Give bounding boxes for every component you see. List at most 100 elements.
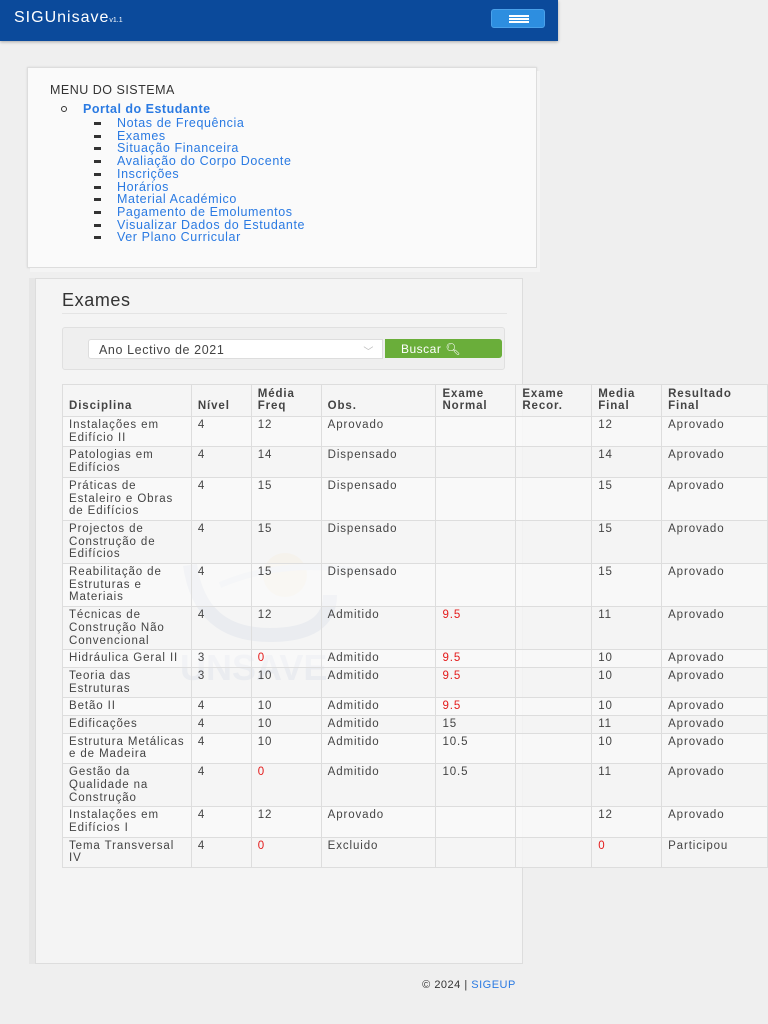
ano-lectivo-select[interactable]: Ano Lectivo de 2021 ﹀: [88, 339, 383, 359]
table-cell: 15: [250, 563, 322, 608]
bullet-square-icon: [94, 198, 101, 202]
column-header[interactable]: Nível: [190, 384, 252, 417]
table-cell: Admitido: [320, 732, 437, 765]
column-header[interactable]: Media Final: [591, 384, 663, 417]
table-cell: 0: [591, 836, 663, 869]
buscar-button[interactable]: Buscar 🔍︎: [385, 339, 502, 358]
column-header[interactable]: Resultado Final: [661, 384, 768, 417]
table-cell: [435, 446, 517, 478]
table-cell: 11: [591, 715, 663, 734]
table-cell: 15: [591, 563, 663, 608]
table-cell: 10.5: [435, 732, 517, 765]
table-cell: Aprovado: [661, 697, 768, 717]
table-cell: [435, 806, 517, 838]
table-cell: Excluido: [320, 836, 437, 869]
table-row: Teoria das Estruturas 3 10 Admitido 9.5 10 Apr…: [62, 666, 768, 699]
table-cell: Admitido: [320, 649, 437, 668]
table-row: Patologias em Edifícios 4 14 Dispensado 14 Ap…: [62, 446, 768, 478]
table-row: Edificações 4 10 Admitido 15 11 Aprovado: [62, 715, 768, 734]
table-cell: Participou: [661, 836, 768, 869]
table-cell: Aprovado: [661, 763, 768, 808]
table-cell: Gestão da Qualidade na Construção: [62, 763, 192, 808]
system-menu: MENU DO SISTEMA Portal do Estudante Nota…: [27, 67, 537, 268]
table-cell: Estrutura Metálicas e de Madeira: [62, 732, 192, 765]
table-cell: 0: [250, 649, 322, 668]
table-cell: 11: [591, 606, 663, 651]
table-cell: 4: [190, 415, 252, 448]
table-cell: 12: [250, 606, 322, 651]
table-cell: Hidráulica Geral II: [62, 649, 192, 668]
bullet-square-icon: [94, 172, 101, 176]
table-cell: 4: [190, 806, 252, 838]
table-cell: 15: [591, 476, 663, 521]
bullet-circle-icon: [61, 106, 67, 112]
brand-logo[interactable]: SIGUnisavev1.1: [14, 9, 123, 27]
table-cell: 4: [190, 563, 252, 608]
version-label: v1.1: [109, 17, 123, 24]
select-value: Ano Lectivo de 2021: [99, 343, 225, 357]
table-cell: 4: [190, 606, 252, 651]
menu-item[interactable]: Ver Plano Curricular: [117, 230, 241, 244]
copyright: © 2024 |: [422, 979, 472, 991]
table-cell: [515, 715, 593, 734]
table-cell: 0: [250, 836, 322, 869]
table-cell: Tema Transversal IV: [62, 836, 192, 869]
table-cell: 4: [190, 836, 252, 869]
table-cell: 14: [250, 446, 322, 478]
table-cell: [435, 476, 517, 521]
table-cell: 12: [250, 806, 322, 838]
table-cell: [515, 446, 593, 478]
table-cell: [515, 649, 593, 668]
table-cell: Edificações: [62, 715, 192, 734]
table-header-row: Disciplina Nível Média Freq Obs. Exame Norma…: [62, 384, 768, 417]
menu-portal-estudante[interactable]: Portal do Estudante: [83, 102, 211, 116]
table-cell: Admitido: [320, 606, 437, 651]
table-cell: Aprovado: [661, 715, 768, 734]
table-row: Gestão da Qualidade na Construção 4 0 Admit…: [62, 763, 768, 808]
column-header[interactable]: Média Freq: [250, 384, 322, 417]
table-cell: [515, 806, 593, 838]
table-cell: 10: [591, 666, 663, 699]
table-cell: Aprovado: [661, 476, 768, 521]
table-cell: [435, 415, 517, 448]
table-cell: Aprovado: [661, 446, 768, 478]
table-row: Estrutura Metálicas e de Madeira 4 10 Admit…: [62, 732, 768, 765]
search-icon: 🔍︎: [445, 342, 461, 356]
table-cell: 4: [190, 763, 252, 808]
column-header[interactable]: Exame Normal: [435, 384, 517, 417]
footer-link-sigeup[interactable]: SIGEUP: [471, 979, 516, 991]
table-cell: 12: [591, 415, 663, 448]
brand-name: SIGUnisave: [14, 9, 110, 26]
column-header[interactable]: Obs.: [320, 384, 437, 417]
table-cell: [435, 519, 517, 565]
table-cell: 10: [591, 649, 663, 668]
table-cell: Dispensado: [320, 519, 437, 565]
table-cell: Aprovado: [661, 563, 768, 608]
table-cell: Aprovado: [320, 415, 437, 448]
table-cell: 11: [591, 763, 663, 808]
table-cell: Dispensado: [320, 563, 437, 608]
table-cell: [515, 519, 593, 565]
table-cell: 10: [250, 715, 322, 734]
bullet-square-icon: [94, 236, 101, 240]
table-cell: Aprovado: [661, 519, 768, 565]
column-header[interactable]: Exame Recor.: [515, 384, 593, 417]
table-cell: [515, 563, 593, 608]
footer: © 2024 | SIGEUP: [0, 979, 768, 991]
table-cell: 10: [250, 666, 322, 699]
column-header[interactable]: Disciplina: [62, 384, 192, 417]
table-cell: 4: [190, 446, 252, 478]
table-cell: [515, 697, 593, 717]
table-cell: [515, 732, 593, 765]
table-cell: Patologias em Edifícios: [62, 446, 192, 478]
table-cell: Reabilitação de Estruturas e Materiais: [62, 563, 192, 608]
table-cell: Aprovado: [661, 666, 768, 699]
table-row: Tema Transversal IV 4 0 Excluido 0 Participou: [62, 836, 768, 869]
table-row: Reabilitação de Estruturas e Materiais 4 1…: [62, 563, 768, 608]
table-cell: 9.5: [435, 697, 517, 717]
table-row: Betão II 4 10 Admitido 9.5 10 Aprovado: [62, 697, 768, 717]
table-cell: Aprovado: [320, 806, 437, 838]
table-cell: Teoria das Estruturas: [62, 666, 192, 699]
menu-toggle-button[interactable]: [491, 9, 545, 28]
table-cell: Dispensado: [320, 446, 437, 478]
